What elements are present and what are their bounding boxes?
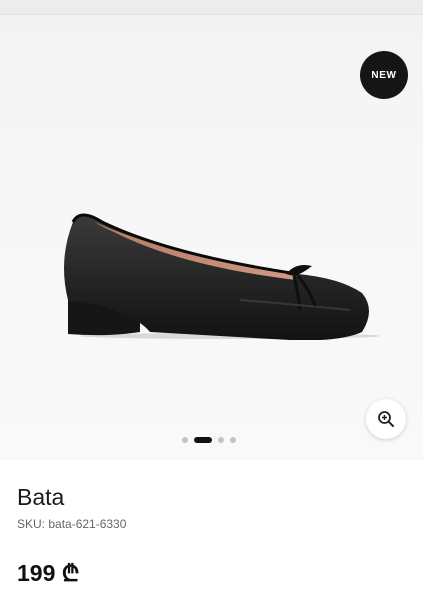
carousel-dot[interactable] <box>182 437 188 443</box>
product-sku: SKU: bata-621-6330 <box>17 517 127 531</box>
product-info: Bata SKU: bata-621-6330 199 ₾ <box>0 460 423 600</box>
carousel-indicator <box>182 436 236 444</box>
carousel-dot-active[interactable] <box>194 437 212 443</box>
carousel-dot[interactable] <box>230 437 236 443</box>
product-brand: Bata <box>17 484 65 510</box>
zoom-button[interactable] <box>366 399 406 439</box>
ballet-flat-shoe-image <box>64 213 380 340</box>
new-badge: NEW <box>360 51 408 99</box>
product-price: 199 ₾ <box>17 560 80 586</box>
zoom-in-icon <box>378 411 394 427</box>
carousel-dot[interactable] <box>218 437 224 443</box>
product-image-gallery[interactable]: NEW <box>0 15 423 460</box>
top-strip <box>0 0 423 15</box>
